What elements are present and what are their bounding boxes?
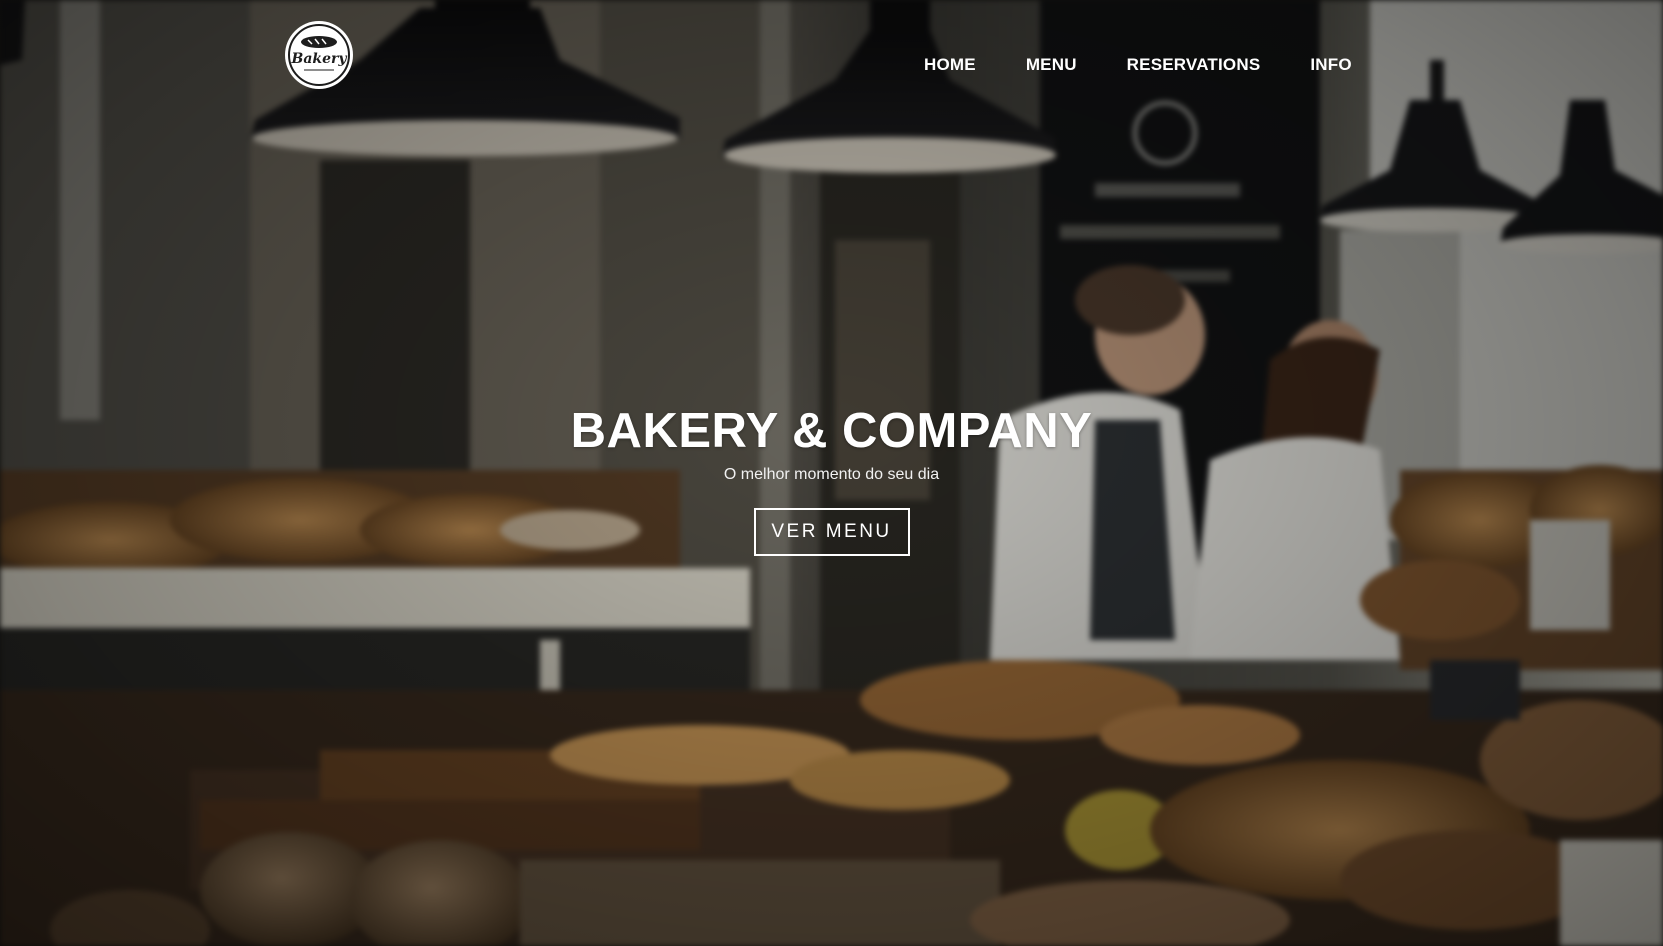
bakery-logo[interactable]: Bakery bbox=[284, 20, 354, 90]
hero-subtitle: O melhor momento do seu dia bbox=[723, 466, 940, 483]
nav-reservations-link[interactable]: RESERVATIONS bbox=[1127, 53, 1261, 77]
view-menu-button[interactable]: VER MENU bbox=[753, 508, 910, 556]
nav-info-link[interactable]: INFO bbox=[1310, 53, 1351, 77]
nav-menu-link[interactable]: MENU bbox=[1026, 53, 1077, 77]
hero-section: Bakery HOME MENU RESERVATIONS INFO BAKER… bbox=[0, 0, 1663, 946]
logo-wordmark: Bakery bbox=[290, 51, 347, 67]
hero-title: BAKERY & COMPANY bbox=[570, 404, 1093, 458]
main-navigation: HOME MENU RESERVATIONS INFO bbox=[924, 53, 1352, 77]
nav-home-link[interactable]: HOME bbox=[924, 53, 976, 77]
hero-content: BAKERY & COMPANY O melhor momento do seu… bbox=[0, 400, 1663, 556]
bakery-badge-logo-icon: Bakery bbox=[285, 21, 353, 89]
